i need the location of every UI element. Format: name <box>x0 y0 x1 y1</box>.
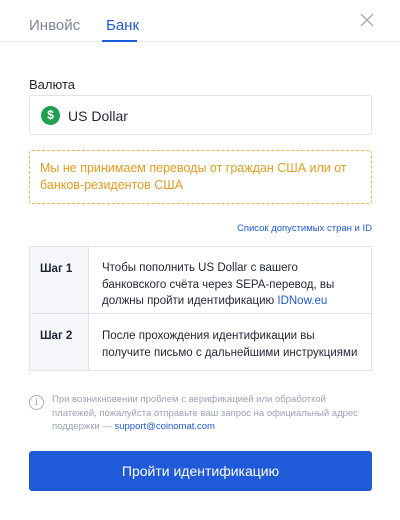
step-label: Шаг 1 <box>30 247 89 313</box>
tab-invoice[interactable]: Инвойс <box>29 17 80 34</box>
step-row: Шаг 1 Чтобы пополнить US Dollar с вашего… <box>30 247 371 314</box>
tab-bar: Инвойс Банк <box>0 0 400 42</box>
currency-select[interactable]: $ US Dollar <box>29 95 372 135</box>
currency-label: Валюта <box>29 77 75 92</box>
currency-value: US Dollar <box>68 108 128 124</box>
close-icon[interactable] <box>358 11 376 29</box>
support-note: При возникновении проблем с верификацией… <box>52 393 372 434</box>
active-tab-indicator <box>102 40 137 42</box>
idnow-link[interactable]: IDNow.eu <box>277 295 327 307</box>
start-verification-button[interactable]: Пройти идентификацию <box>29 451 372 491</box>
step-text: Чтобы пополнить US Dollar с вашего банко… <box>102 260 362 310</box>
warning-box: Мы не принимаем переводы от граждан США … <box>29 150 372 204</box>
info-icon: i <box>29 395 44 410</box>
step-label: Шаг 2 <box>30 314 89 370</box>
countries-list-link[interactable]: Список допустимых стран и ID <box>237 223 372 234</box>
support-email-link[interactable]: support@coinomat.com <box>114 421 214 432</box>
step-text: После прохождения идентификации вы получ… <box>102 330 358 359</box>
steps-table: Шаг 1 Чтобы пополнить US Dollar с вашего… <box>29 246 372 371</box>
step-row: Шаг 2 После прохождения идентификации вы… <box>30 314 371 370</box>
dollar-coin-icon: $ <box>41 106 60 125</box>
tab-bank[interactable]: Банк <box>106 17 139 34</box>
warning-text: Мы не принимаем переводы от граждан США … <box>40 161 347 192</box>
